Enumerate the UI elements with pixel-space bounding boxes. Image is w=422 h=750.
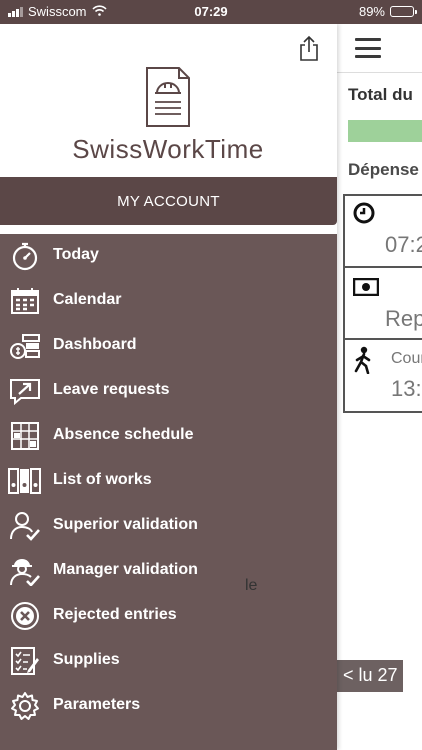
hamburger-menu-icon[interactable] (355, 38, 381, 58)
navigation-drawer: SwissWorkTime MY ACCOUNT Today Calendar (0, 24, 337, 750)
drawer-menu: Today Calendar Dashboard Leave requests … (0, 234, 337, 750)
menu-item-supplies[interactable]: Supplies (0, 639, 337, 683)
previous-day-button[interactable]: < lu 27 (337, 660, 403, 692)
expense-card[interactable]: Rep (343, 268, 422, 340)
menu-item-label: Dashboard (53, 336, 137, 353)
calendar-icon (8, 285, 42, 317)
menu-item-list-of-works[interactable]: List of works (0, 459, 337, 503)
gear-icon (8, 690, 42, 722)
menu-item-parameters[interactable]: Parameters (0, 684, 337, 728)
time-entry-card[interactable]: 07:2 (343, 194, 422, 268)
walking-icon (353, 346, 373, 379)
dashboard-icon (8, 330, 42, 362)
menu-item-calendar[interactable]: Calendar (0, 279, 337, 323)
absence-schedule-icon (8, 420, 42, 452)
menu-item-superior-validation[interactable]: Superior validation (0, 504, 337, 548)
clock-icon (353, 202, 375, 229)
travel-card[interactable]: Cour 13:1 (343, 340, 422, 413)
menu-item-label: Superior validation (53, 516, 198, 533)
app-logo-icon (145, 66, 191, 128)
card-travel-label: Cour (391, 350, 422, 367)
menu-item-label: Calendar (53, 291, 122, 308)
menu-item-dashboard[interactable]: Dashboard (0, 324, 337, 368)
stopwatch-icon (8, 240, 42, 272)
card-travel-time: 13:1 (391, 376, 422, 401)
binders-icon (8, 465, 42, 497)
menu-item-rejected-entries[interactable]: Rejected entries (0, 594, 337, 638)
menu-item-label: List of works (53, 471, 152, 488)
menu-item-leave-requests[interactable]: Leave requests (0, 369, 337, 413)
menu-item-manager-validation[interactable]: Manager validation (0, 549, 337, 593)
screen: Total du Dépense 07:2 Rep Cour 13:1 < lu… (0, 0, 422, 750)
status-right: 89% (358, 4, 417, 19)
menu-item-label: Today (53, 246, 99, 263)
menu-item-label: Parameters (53, 696, 141, 713)
rejected-icon (8, 600, 42, 632)
stray-text: le (245, 577, 258, 594)
user-check-icon (8, 510, 42, 542)
total-progress-bar (348, 120, 422, 142)
supplies-icon (8, 645, 42, 677)
menu-item-today[interactable]: Today (0, 234, 337, 278)
menu-item-label: Rejected entries (53, 606, 177, 623)
expenses-label: Dépense (348, 160, 419, 179)
menu-item-label: Supplies (53, 651, 120, 668)
share-icon[interactable] (298, 34, 320, 62)
card-expense-type: Rep (385, 306, 422, 331)
leave-request-icon (8, 375, 42, 407)
background-app: Total du Dépense 07:2 Rep Cour 13:1 < lu… (337, 24, 422, 750)
card-time: 07:2 (385, 232, 422, 257)
menu-item-label: Manager validation (53, 561, 198, 578)
my-account-button[interactable]: MY ACCOUNT (0, 177, 337, 225)
worker-check-icon (8, 555, 42, 587)
menu-item-label: Absence schedule (53, 426, 194, 443)
menu-item-absence-schedule[interactable]: Absence schedule (0, 414, 337, 458)
battery-percentage: 89% (358, 4, 385, 19)
battery-icon (390, 6, 417, 17)
total-label: Total du (348, 85, 413, 104)
app-name: SwissWorkTime (72, 134, 264, 164)
menu-item-label: Leave requests (53, 381, 170, 398)
status-bar: Swisscom 07:29 89% (0, 0, 422, 24)
cash-icon (352, 277, 380, 301)
divider (337, 72, 422, 73)
